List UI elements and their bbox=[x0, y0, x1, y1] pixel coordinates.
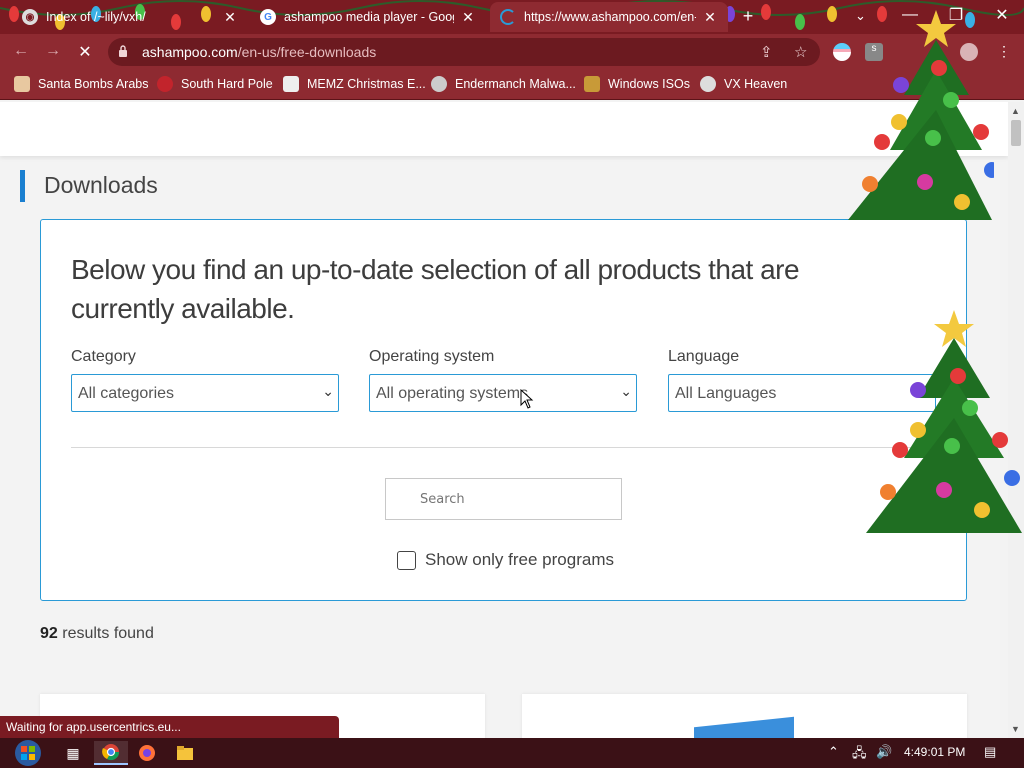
stop-loading-icon[interactable]: ✕ bbox=[74, 42, 96, 62]
google-icon: G bbox=[260, 9, 276, 25]
bookmark-star-icon[interactable]: ☆ bbox=[794, 43, 807, 61]
christmas-tree-decoration bbox=[848, 10, 994, 220]
category-select[interactable]: All categories ⌄ bbox=[71, 374, 339, 412]
firefox-taskbar-icon[interactable] bbox=[130, 741, 164, 765]
christmas-tree-decoration bbox=[866, 310, 1022, 533]
tab-ashampoo[interactable]: https://www.ashampoo.com/en- ✕ bbox=[490, 2, 728, 32]
page-title: Downloads bbox=[44, 172, 158, 198]
scrollbar-thumb[interactable] bbox=[1011, 120, 1021, 146]
url-text: ashampoo.com/en-us/free-downloads bbox=[142, 44, 377, 60]
free-only-label: Show only free programs bbox=[425, 550, 614, 569]
tab-title: https://www.ashampoo.com/en- bbox=[524, 10, 696, 24]
chevron-down-icon: ⌄ bbox=[620, 383, 632, 399]
tab-close-icon[interactable]: ✕ bbox=[460, 9, 476, 26]
heading-accent-bar bbox=[20, 170, 25, 202]
loading-spinner-icon bbox=[500, 9, 516, 25]
tab-title: Index of /~lily/vxh/ bbox=[46, 10, 146, 24]
new-tab-button[interactable]: + bbox=[738, 6, 758, 27]
chevron-down-icon: ⌄ bbox=[322, 383, 334, 399]
search-input[interactable] bbox=[385, 478, 622, 520]
windows-iso-icon bbox=[584, 76, 600, 92]
scroll-down-icon[interactable]: ▼ bbox=[1011, 724, 1020, 734]
chrome-taskbar-icon[interactable] bbox=[94, 741, 128, 765]
tab-close-icon[interactable]: ✕ bbox=[222, 9, 238, 26]
address-bar[interactable]: ashampoo.com/en-us/free-downloads ⇪ ☆ bbox=[108, 38, 820, 66]
tab-close-icon[interactable]: ✕ bbox=[702, 9, 718, 26]
folder-globe-icon: ◉ bbox=[22, 9, 38, 25]
forward-arrow-icon[interactable]: → bbox=[42, 42, 64, 62]
results-count: 92 results found bbox=[40, 625, 154, 642]
share-icon[interactable]: ⇪ bbox=[760, 43, 773, 61]
menu-kebab-icon[interactable]: ⋮ bbox=[995, 43, 1013, 61]
category-select-value: All categories bbox=[78, 385, 175, 402]
windows-taskbar: ▦ ⌃ 🖧 🔊 4:49:01 PM ▤ bbox=[0, 738, 1024, 768]
os-select[interactable]: All operating systems ⌄ bbox=[369, 374, 637, 412]
endermanch-icon bbox=[431, 76, 447, 92]
intro-text: Below you find an up-to-date selection o… bbox=[71, 254, 800, 324]
windows-start-icon[interactable] bbox=[10, 738, 46, 768]
free-only-checkbox[interactable] bbox=[397, 550, 416, 570]
browser-window: ◉ Index of /~lily/vxh/ ✕ G ashampoo medi… bbox=[0, 0, 1024, 768]
tray-chevron-up-icon[interactable]: ⌃ bbox=[828, 744, 839, 760]
language-label: Language bbox=[668, 348, 740, 365]
volume-icon[interactable]: 🔊 bbox=[876, 744, 892, 760]
lock-icon bbox=[119, 45, 127, 57]
bookmark-windows-isos[interactable]: Windows ISOs bbox=[584, 76, 690, 92]
tab-index-of-lily[interactable]: ◉ Index of /~lily/vxh/ ✕ bbox=[12, 2, 248, 32]
network-icon[interactable]: 🖧 bbox=[852, 744, 867, 766]
mouse-cursor-icon bbox=[520, 389, 534, 409]
divider bbox=[71, 447, 937, 448]
bookmark-memz-christmas[interactable]: MEMZ Christmas E... bbox=[283, 76, 426, 92]
product-card[interactable] bbox=[522, 694, 967, 738]
scroll-up-icon[interactable]: ▲ bbox=[1011, 106, 1020, 116]
bookmark-santa-bombs-arabs[interactable]: Santa Bombs Arabs bbox=[14, 76, 148, 92]
taskbar-clock[interactable]: 4:49:01 PM bbox=[904, 745, 965, 759]
filter-panel: Below you find an up-to-date selection o… bbox=[40, 219, 967, 601]
file-explorer-icon[interactable] bbox=[168, 741, 202, 765]
free-only-checkbox-row[interactable]: Show only free programs bbox=[397, 550, 614, 570]
candle-icon bbox=[14, 76, 30, 92]
memz-icon bbox=[283, 76, 299, 92]
bookmark-vx-heaven[interactable]: VX Heaven bbox=[700, 76, 787, 92]
back-arrow-icon[interactable]: ← bbox=[10, 42, 32, 62]
action-center-icon[interactable]: ▤ bbox=[984, 744, 996, 760]
bookmark-endermanch-malware[interactable]: Endermanch Malwa... bbox=[431, 76, 576, 92]
task-view-icon[interactable]: ▦ bbox=[56, 741, 90, 765]
os-label: Operating system bbox=[369, 348, 495, 365]
os-select-value: All operating systems bbox=[376, 385, 529, 402]
language-select-value: All Languages bbox=[675, 385, 777, 402]
tab-title: ashampoo media player - Googl bbox=[284, 10, 454, 24]
bookmark-south-hard-pole[interactable]: South Hard Pole bbox=[157, 76, 273, 92]
vx-heaven-icon bbox=[700, 76, 716, 92]
status-bubble: Waiting for app.usercentrics.eu... bbox=[0, 716, 339, 738]
virus-icon bbox=[157, 76, 173, 92]
tab-google-search[interactable]: G ashampoo media player - Googl ✕ bbox=[250, 2, 486, 32]
category-label: Category bbox=[71, 348, 136, 365]
product-box-image bbox=[694, 716, 794, 738]
